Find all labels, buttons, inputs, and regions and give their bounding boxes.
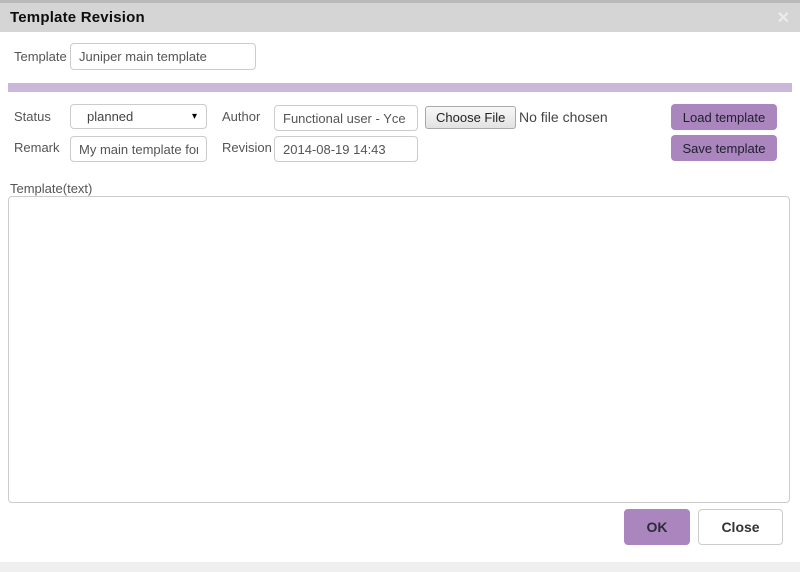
revision-input[interactable] [274, 136, 418, 162]
ok-button[interactable]: OK [624, 509, 690, 545]
revision-label: Revision [222, 135, 272, 161]
remark-label: Remark [14, 135, 60, 161]
close-button[interactable]: Close [698, 509, 783, 545]
template-label: Template [14, 44, 67, 70]
load-template-button[interactable]: Load template [671, 104, 777, 130]
close-icon[interactable]: ✕ [777, 8, 790, 28]
status-label: Status [14, 104, 51, 130]
choose-file-button[interactable]: Choose File [425, 106, 516, 129]
status-select[interactable]: planned ▾ [70, 104, 207, 129]
page-background-strip [0, 562, 800, 572]
remark-input[interactable] [70, 136, 207, 162]
dialog-header: Template Revision ✕ [0, 0, 800, 32]
save-template-button[interactable]: Save template [671, 135, 777, 161]
chevron-down-icon: ▾ [192, 105, 197, 128]
status-select-value: planned [87, 109, 133, 124]
dialog-title: Template Revision [10, 9, 145, 26]
author-input[interactable] [274, 105, 418, 131]
purple-divider [8, 83, 792, 92]
template-name-input[interactable] [70, 43, 256, 70]
template-text-area[interactable] [8, 196, 790, 503]
author-label: Author [222, 104, 260, 130]
file-chosen-status: No file chosen [519, 104, 608, 130]
